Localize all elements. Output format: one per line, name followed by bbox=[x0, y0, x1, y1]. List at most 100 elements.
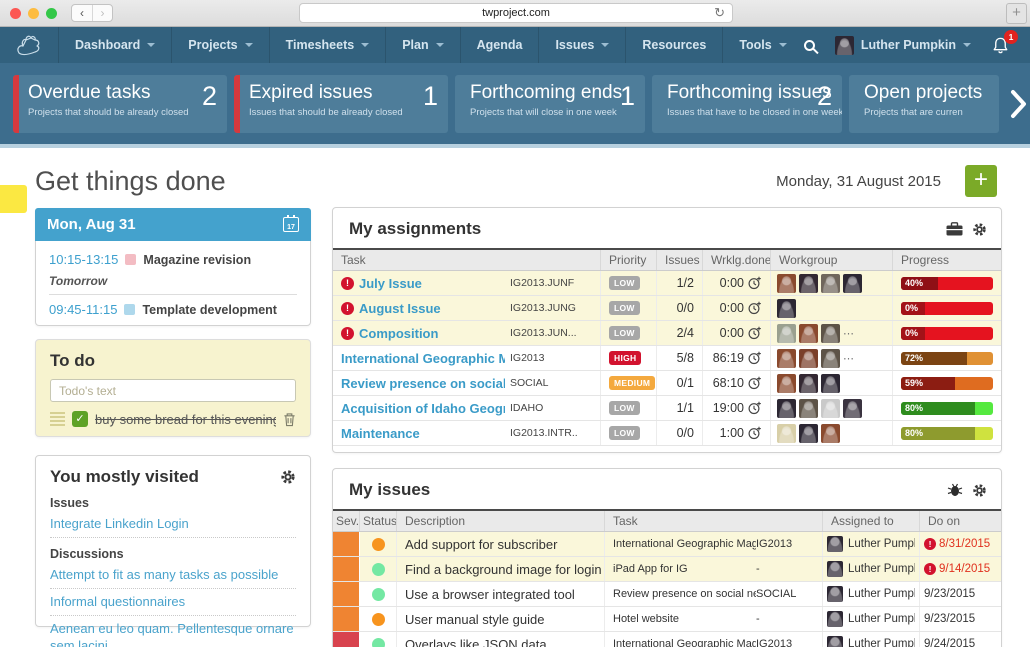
workgroup-avatars[interactable] bbox=[771, 271, 893, 295]
add-worklog-clock-icon[interactable] bbox=[748, 301, 762, 315]
issue-description[interactable]: User manual style guide bbox=[397, 607, 605, 631]
workgroup-avatars[interactable]: ⋯ bbox=[771, 321, 893, 345]
issue-description[interactable]: Overlays like JSON data bbox=[397, 632, 605, 647]
workgroup-avatars[interactable] bbox=[771, 371, 893, 395]
add-worklog-clock-icon[interactable] bbox=[748, 426, 762, 440]
status-cell[interactable] bbox=[360, 532, 397, 556]
trash-icon[interactable] bbox=[283, 412, 296, 427]
column-header[interactable]: Issues bbox=[657, 250, 703, 270]
notifications-button[interactable]: 1 bbox=[991, 36, 1010, 55]
nav-menu-item[interactable]: Timesheets bbox=[269, 27, 386, 63]
nav-menu-item[interactable]: Tools bbox=[722, 27, 802, 63]
browser-back-button[interactable]: ‹ bbox=[72, 5, 92, 21]
workgroup-avatars[interactable] bbox=[771, 396, 893, 420]
visited-link[interactable]: Aenean eu leo quam. Pellentesque ornare … bbox=[50, 616, 296, 647]
assignment-task-link[interactable]: Review presence on social n... bbox=[341, 376, 505, 391]
status-cell[interactable] bbox=[360, 632, 397, 647]
issue-description[interactable]: Add support for subscriber bbox=[397, 532, 605, 556]
bug-icon[interactable] bbox=[947, 483, 963, 497]
alert-card[interactable]: Open projects Projects that are curren bbox=[849, 75, 999, 133]
column-header[interactable]: Description bbox=[397, 511, 605, 531]
nav-menu-item[interactable]: Issues bbox=[538, 27, 625, 63]
gear-icon[interactable] bbox=[972, 483, 987, 498]
reload-icon[interactable]: ↻ bbox=[714, 5, 725, 21]
severity-cell bbox=[333, 607, 360, 631]
visited-link[interactable]: Integrate Linkedin Login bbox=[50, 511, 296, 538]
agenda-event[interactable]: 10:15-13:15 Magazine revision bbox=[49, 248, 297, 271]
address-bar[interactable]: twproject.com ↻ bbox=[299, 3, 733, 23]
issue-due-cell: ! 9/24/2015 bbox=[920, 632, 1001, 647]
search-icon[interactable] bbox=[804, 40, 815, 51]
issue-task-code: SOCIAL bbox=[756, 588, 814, 600]
agenda-event[interactable]: 09:45-11:15 Template development bbox=[49, 298, 297, 321]
new-tab-button[interactable]: + bbox=[1006, 3, 1027, 24]
nav-menu-item[interactable]: Resources bbox=[625, 27, 722, 63]
assignment-task-link[interactable]: Composition bbox=[359, 326, 505, 341]
issue-task-name[interactable]: iPad App for IG bbox=[613, 563, 756, 575]
workgroup-avatars[interactable] bbox=[771, 421, 893, 445]
column-header[interactable]: Task bbox=[605, 511, 823, 531]
column-header[interactable]: Do on bbox=[920, 511, 1001, 531]
visited-link[interactable]: Attempt to fit as many tasks as possible bbox=[50, 562, 296, 589]
calendar-icon[interactable]: 17 bbox=[283, 217, 299, 232]
alert-card[interactable]: Overdue tasks Projects that should be al… bbox=[13, 75, 227, 133]
minimize-window-button[interactable] bbox=[28, 8, 39, 19]
gear-icon[interactable] bbox=[280, 469, 296, 485]
alert-card-subtitle: Issues that should be already closed bbox=[249, 107, 438, 118]
column-header[interactable]: Wrklg.done bbox=[703, 250, 771, 270]
top-navbar: Dashboard Projects Timesheets Plan Agend… bbox=[0, 27, 1030, 63]
user-menu[interactable]: Luther Pumpkin bbox=[835, 36, 971, 55]
twproject-logo[interactable] bbox=[0, 27, 58, 63]
add-button[interactable]: + bbox=[965, 165, 997, 197]
close-window-button[interactable] bbox=[10, 8, 21, 19]
issue-task-name[interactable]: Hotel website bbox=[613, 613, 756, 625]
zoom-window-button[interactable] bbox=[46, 8, 57, 19]
column-header[interactable]: Progress bbox=[893, 250, 1001, 270]
assignment-task-link[interactable]: Acquisition of Idaho Geogra.. bbox=[341, 401, 505, 416]
nav-menu-item[interactable]: Projects bbox=[171, 27, 268, 63]
issue-task-name[interactable]: International Geographic Magazine bbox=[613, 638, 756, 647]
nav-menu-item[interactable]: Plan bbox=[385, 27, 459, 63]
todo-input[interactable] bbox=[50, 379, 296, 402]
workgroup-avatars[interactable]: ⋯ bbox=[771, 346, 893, 370]
add-worklog-clock-icon[interactable] bbox=[748, 401, 762, 415]
add-worklog-clock-icon[interactable] bbox=[748, 326, 762, 340]
alert-card[interactable]: Forthcoming issues Issues that have to b… bbox=[652, 75, 842, 133]
nav-menu-item[interactable]: Agenda bbox=[460, 27, 539, 63]
column-header[interactable]: Workgroup bbox=[771, 250, 893, 270]
add-worklog-clock-icon[interactable] bbox=[748, 376, 762, 390]
column-header[interactable]: Assigned to bbox=[823, 511, 920, 531]
column-header[interactable]: Task bbox=[333, 250, 601, 270]
assignment-task-link[interactable]: International Geographic M... bbox=[341, 351, 505, 366]
agenda-widget-header[interactable]: Mon, Aug 31 17 bbox=[35, 208, 311, 241]
visited-link[interactable]: Informal questionnaires bbox=[50, 589, 296, 616]
add-worklog-clock-icon[interactable] bbox=[748, 276, 762, 290]
nav-menu-item[interactable]: Dashboard bbox=[58, 27, 171, 63]
status-cell[interactable] bbox=[360, 557, 397, 581]
assignment-task-link[interactable]: August Issue bbox=[359, 301, 505, 316]
alert-card[interactable]: Expired issues Issues that should be alr… bbox=[234, 75, 448, 133]
issue-task-name[interactable]: Review presence on social networks bbox=[613, 588, 756, 600]
briefcase-icon[interactable] bbox=[946, 222, 963, 236]
status-cell[interactable] bbox=[360, 582, 397, 606]
alerts-next-button[interactable] bbox=[1010, 89, 1027, 119]
issue-description[interactable]: Use a browser integrated tool bbox=[397, 582, 605, 606]
drag-handle-icon[interactable] bbox=[50, 412, 65, 427]
gear-icon[interactable] bbox=[972, 222, 987, 237]
browser-forward-button[interactable]: › bbox=[92, 5, 112, 21]
assignee-avatar bbox=[827, 586, 843, 602]
add-worklog-clock-icon[interactable] bbox=[748, 351, 762, 365]
alert-card[interactable]: Forthcoming ends Projects that will clos… bbox=[455, 75, 645, 133]
column-header[interactable]: Sev. bbox=[333, 511, 360, 531]
todo-checkbox[interactable]: ✓ bbox=[72, 411, 88, 427]
column-header[interactable]: Priority bbox=[601, 250, 657, 270]
status-cell[interactable] bbox=[360, 607, 397, 631]
sticky-note-tab[interactable] bbox=[0, 185, 27, 213]
workgroup-avatars[interactable] bbox=[771, 296, 893, 320]
assignment-task-link[interactable]: July Issue bbox=[359, 276, 505, 291]
column-header[interactable]: Status bbox=[360, 511, 397, 531]
issue-description[interactable]: Find a background image for login bbox=[397, 557, 605, 581]
assignment-task-code: IG2013.JUNF bbox=[510, 277, 592, 289]
assignment-task-link[interactable]: Maintenance bbox=[341, 426, 505, 441]
issue-task-name[interactable]: International Geographic Magazine bbox=[613, 538, 756, 550]
